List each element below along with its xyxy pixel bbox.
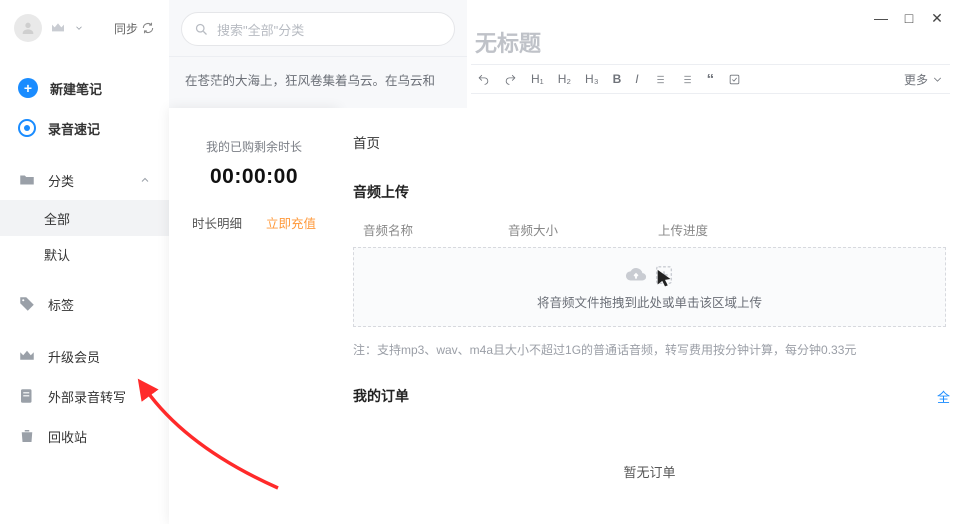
dropzone-icons (625, 264, 675, 286)
folder-icon (18, 171, 36, 189)
new-note-button[interactable]: + 新建笔记 (0, 68, 169, 108)
trash-icon (18, 427, 36, 445)
col-audio-name: 音频名称 (353, 220, 508, 239)
duration-details-link[interactable]: 时长明细 (192, 213, 242, 232)
sidebar-item-external-transcribe[interactable]: 外部录音转写 (0, 376, 169, 416)
sidebar-item-trash[interactable]: 回收站 (0, 416, 169, 456)
sidebar-item-all[interactable]: 全部 (0, 200, 169, 236)
undo-button[interactable] (477, 73, 490, 86)
categories-label: 分类 (48, 171, 74, 190)
sync-label: 同步 (114, 20, 138, 37)
heading3-button[interactable]: H₃ (585, 72, 599, 86)
trash-label: 回收站 (48, 427, 87, 446)
checkbox-button[interactable] (728, 73, 741, 86)
col-audio-size: 音频大小 (508, 220, 658, 239)
upload-dropzone[interactable]: 将音频文件拖拽到此处或单击该区域上传 (353, 247, 946, 327)
plus-icon: + (18, 78, 38, 98)
editor-header: — □ ✕ 无标题 H₁ H₂ H₃ B I “ 更多 (467, 0, 960, 108)
redo-button[interactable] (504, 73, 517, 86)
ordered-list-button[interactable] (680, 73, 693, 86)
left-sidebar: 同步 + 新建笔记 录音速记 分类 全部 默认 标签 升级会员 外部录音转写 回… (0, 0, 169, 524)
profile-row: 同步 (0, 0, 169, 56)
bold-button[interactable]: B (613, 72, 622, 86)
crown-icon (50, 20, 66, 36)
heading1-button[interactable]: H₁ (531, 72, 544, 86)
time-balance-panel: 我的已购剩余时长 00:00:00 时长明细 立即充值 (169, 108, 339, 524)
view-all-orders-link[interactable]: 全 (937, 387, 950, 406)
col-upload-progress: 上传进度 (658, 220, 808, 239)
quote-button[interactable]: “ (707, 71, 715, 88)
tags-label: 标签 (48, 295, 74, 314)
chevron-up-icon (139, 174, 151, 186)
recharge-link[interactable]: 立即充值 (266, 213, 316, 232)
more-formatting-button[interactable]: 更多 (904, 71, 944, 88)
editor-toolbar: H₁ H₂ H₃ B I “ 更多 (471, 64, 950, 94)
sidebar-item-default[interactable]: 默认 (0, 236, 169, 272)
cloud-upload-icon (625, 264, 647, 286)
search-placeholder: 搜索"全部"分类 (217, 20, 304, 39)
upload-note: 注：支持mp3、wav、m4a且大小不超过1G的普通话音频，转写费用按分钟计算，… (353, 341, 946, 358)
search-input[interactable]: 搜索"全部"分类 (181, 12, 455, 46)
sync-icon (141, 21, 155, 35)
window-maximize[interactable]: □ (902, 10, 916, 27)
note-snippet[interactable]: 在苍茫的大海上，狂风卷集着乌云。在乌云和 (169, 56, 467, 105)
italic-button[interactable]: I (635, 72, 638, 86)
search-icon (194, 22, 209, 37)
dropzone-hint: 将音频文件拖拽到此处或单击该区域上传 (537, 292, 762, 311)
sidebar-item-upgrade[interactable]: 升级会员 (0, 336, 169, 376)
breadcrumb-home[interactable]: 首页 (353, 132, 946, 152)
time-balance-value: 00:00:00 (169, 165, 339, 189)
orders-section-title: 我的订单 (353, 386, 409, 406)
heading2-button[interactable]: H₂ (558, 72, 571, 86)
voice-note-label: 录音速记 (48, 119, 100, 138)
window-close[interactable]: ✕ (930, 10, 944, 27)
tag-icon (18, 295, 36, 313)
no-orders-text: 暂无订单 (353, 462, 946, 481)
time-balance-label: 我的已购剩余时长 (169, 138, 339, 155)
crown-grey-icon (18, 347, 36, 365)
window-controls: — □ ✕ (874, 10, 944, 27)
cursor-icon (654, 268, 676, 290)
external-label: 外部录音转写 (48, 387, 126, 406)
window-minimize[interactable]: — (874, 10, 888, 27)
voice-note-button[interactable]: 录音速记 (0, 108, 169, 148)
sync-button[interactable]: 同步 (114, 20, 155, 37)
record-icon (18, 119, 36, 137)
chevron-down-icon[interactable] (74, 23, 84, 33)
upgrade-label: 升级会员 (48, 347, 100, 366)
upload-table-header: 音频名称 音频大小 上传进度 (353, 220, 946, 239)
list-button[interactable] (653, 73, 666, 86)
chevron-down-icon (931, 73, 944, 86)
new-note-label: 新建笔记 (50, 79, 102, 98)
document-title[interactable]: 无标题 (475, 26, 541, 58)
sidebar-item-categories[interactable]: 分类 (0, 160, 169, 200)
sidebar-item-tags[interactable]: 标签 (0, 284, 169, 324)
main-content: 首页 音频上传 音频名称 音频大小 上传进度 将音频文件拖拽到此处或单击该区域上… (339, 108, 960, 524)
avatar[interactable] (14, 14, 42, 42)
upload-section-title: 音频上传 (353, 182, 946, 202)
transcribe-icon (18, 387, 36, 405)
